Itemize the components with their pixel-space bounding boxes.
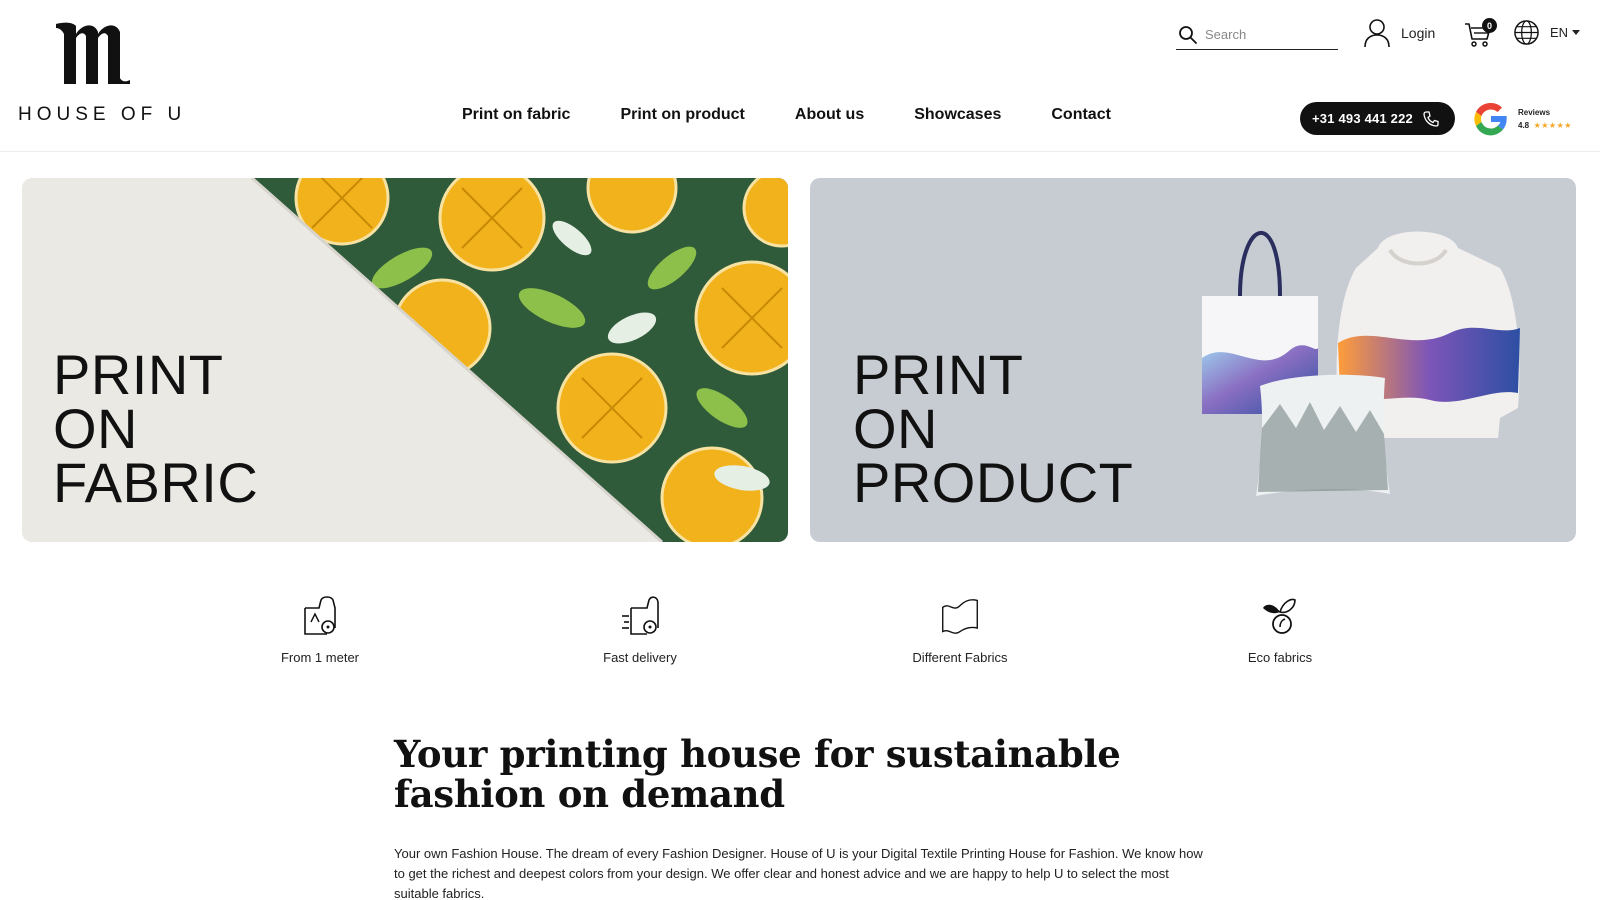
- feature-from-1-meter: From 1 meter: [230, 594, 410, 665]
- cart-button[interactable]: 0: [1464, 18, 1498, 50]
- feature-eco-fabrics: Eco fabrics: [1190, 594, 1370, 665]
- nav-item-about-us[interactable]: About us: [795, 106, 864, 124]
- phone-icon: [1423, 110, 1439, 127]
- fabric-swatch-icon: [942, 599, 978, 634]
- print-on-product-line-1: PRINT: [853, 343, 1024, 406]
- print-on-fabric-line-3: FABRIC: [53, 451, 259, 514]
- eco-leaf-icon: [1263, 598, 1296, 634]
- print-on-fabric-card[interactable]: PRINT ON FABRIC: [22, 178, 788, 542]
- feature-fast-delivery: Fast delivery: [550, 594, 730, 665]
- print-on-product-line-2: ON: [853, 397, 938, 460]
- feature-label: Fast delivery: [603, 650, 677, 665]
- google-reviews-badge[interactable]: Reviews 4.8 ★★★★★: [1471, 98, 1591, 140]
- nav-item-showcases[interactable]: Showcases: [914, 106, 1001, 124]
- language-label: EN: [1550, 25, 1569, 40]
- nav-item-contact[interactable]: Contact: [1051, 106, 1111, 124]
- print-on-product-card[interactable]: PRINT ON PRODUCT: [810, 178, 1576, 542]
- reviews-score: 4.8: [1518, 121, 1530, 130]
- logo[interactable]: HOUSE OF U: [18, 14, 181, 134]
- search-icon[interactable]: [1178, 25, 1198, 45]
- feature-label: From 1 meter: [280, 650, 359, 665]
- phone-number: +31 493 441 222: [1312, 111, 1413, 126]
- nav-item-print-on-product[interactable]: Print on product: [620, 106, 744, 124]
- logo-text: HOUSE OF U: [18, 104, 187, 125]
- search-input[interactable]: [1205, 27, 1325, 42]
- print-on-product-title: PRINT ON PRODUCT: [853, 343, 1134, 514]
- intro-title: Your printing house for sustainable fash…: [394, 732, 1121, 816]
- fabric-roll-icon: [304, 596, 336, 635]
- print-on-fabric-line-2: ON: [53, 397, 138, 460]
- logo-mark-icon: [56, 22, 130, 84]
- reviews-stars: ★★★★★: [1533, 121, 1572, 130]
- language-selector[interactable]: EN: [1513, 19, 1581, 46]
- google-icon: [1474, 102, 1507, 136]
- cart-count-badge: 0: [1482, 18, 1497, 33]
- reviews-text: Reviews 4.8 ★★★★★: [1518, 107, 1572, 131]
- feature-label: Eco fabrics: [1247, 650, 1313, 665]
- phone-button[interactable]: +31 493 441 222: [1300, 102, 1455, 135]
- intro-text: Your own Fashion House. The dream of eve…: [394, 846, 1203, 900]
- globe-icon: [1514, 20, 1539, 45]
- print-on-fabric-line-1: PRINT: [53, 343, 224, 406]
- feature-label: Different Fabrics: [912, 650, 1008, 665]
- chevron-down-icon: [1572, 30, 1581, 35]
- fast-delivery-icon: [622, 596, 659, 635]
- site-header: HOUSE OF U Login 0 EN: [0, 0, 1600, 152]
- login-label: Login: [1401, 25, 1436, 41]
- feature-different-fabrics: Different Fabrics: [870, 594, 1050, 665]
- print-on-product-line-3: PRODUCT: [853, 451, 1134, 514]
- main-nav: Print on fabric Print on product About u…: [462, 106, 1161, 124]
- login-link[interactable]: Login: [1363, 18, 1435, 48]
- reviews-label: Reviews: [1518, 108, 1551, 117]
- user-icon: [1364, 19, 1390, 48]
- nav-item-print-on-fabric[interactable]: Print on fabric: [462, 106, 570, 124]
- search-box[interactable]: [1176, 20, 1338, 50]
- print-on-fabric-title: PRINT ON FABRIC: [53, 343, 259, 514]
